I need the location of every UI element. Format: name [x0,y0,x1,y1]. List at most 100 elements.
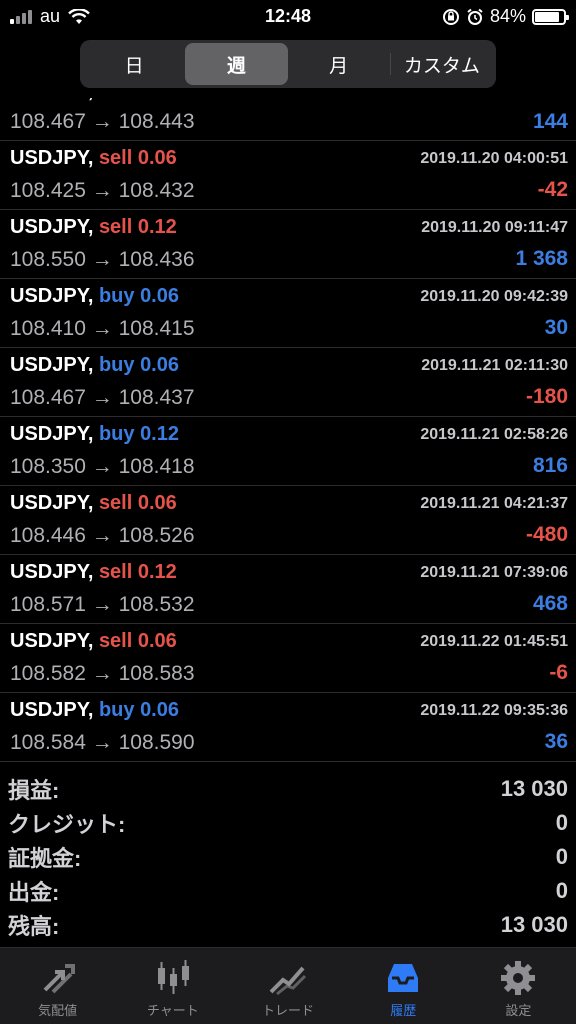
trade-side: sell [98,630,133,652]
open-price: 108.425 [10,179,86,202]
tab-label: 履歴 [390,1003,417,1018]
battery-percent: 84% [489,6,526,26]
summary-value: 0 [555,810,568,835]
summary-row: 出金: 0 [0,874,576,908]
summary-label: 出金: [8,880,60,905]
tab-history[interactable]: 履歴 [346,948,461,1024]
status-right: 84% [442,6,569,27]
trade-title: USDJPY, buy 0.06 [10,354,179,377]
trade-volume: 0.06 [137,492,177,514]
open-price: 108.584 [10,731,86,754]
trade-row[interactable]: USDJPY, sell 0.06 2019.11.20 04:00:51 108.… [0,141,576,210]
trade-side: buy [98,285,135,307]
quotes-arrows-icon [43,964,75,994]
trade-time: 2019.11.21 02:11:30 [421,357,568,374]
trade-title: USDJPY, buy 0.06 [10,699,179,722]
price-arrow: → [91,455,113,478]
trade-trend-icon [269,966,307,996]
trade-time: 2019.11.22 09:35:36 [420,702,568,719]
trade-profit: 816 [532,454,568,477]
tab-label: 気配値 [38,1003,78,1018]
trade-profit: 468 [532,592,568,615]
trade-history-list[interactable]: USDJPY, sell 0.06 108.467 → 108.443 144 USD… [0,98,576,763]
trade-prices: 108.410 → 108.415 [10,317,195,341]
trade-profit: -42 [537,178,568,201]
period-tab-label: 週 [226,55,246,77]
trade-row[interactable]: USDJPY, buy 0.06 2019.11.20 09:42:39 108.4… [0,279,576,348]
trade-symbol: USDJPY, [10,98,93,102]
trade-prices: 108.467 → 108.443 [10,110,195,134]
trade-prices: 108.550 → 108.436 [10,248,195,272]
trade-symbol: USDJPY, [10,423,94,445]
trade-prices: 108.582 → 108.583 [10,662,195,686]
trade-volume: 0.06 [138,98,177,102]
price-arrow: → [91,317,113,340]
summary-label: 証拠金: [8,846,82,871]
trade-row[interactable]: USDJPY, sell 0.12 2019.11.21 07:39:06 108.… [0,555,576,624]
trade-title: USDJPY, sell 0.12 [10,561,177,584]
close-price: 108.526 [118,524,195,547]
battery-fill [535,11,559,22]
trade-volume: 0.12 [140,423,179,445]
summary-value: 0 [555,878,568,903]
trade-title: USDJPY, sell 0.06 [10,147,177,170]
tab-quotes[interactable]: 気配値 [0,948,115,1024]
trade-prices: 108.350 → 108.418 [10,455,195,479]
trade-prices: 108.446 → 108.526 [10,524,195,548]
summary-row: 残高: 13 030 [0,908,576,942]
trade-side: buy [98,354,135,376]
trade-prices: 108.584 → 108.590 [10,731,195,755]
trade-side: sell [98,147,133,169]
trade-time: 2019.11.20 04:00:51 [420,150,568,167]
trade-symbol: USDJPY, [10,216,94,238]
trade-volume: 0.06 [137,630,177,652]
price-arrow: → [91,731,113,754]
trade-volume: 0.06 [140,354,179,376]
bottom-tab-bar: 気配値 チャート トレード 履歴 設定 [0,947,576,1024]
trade-volume: 0.06 [140,699,179,721]
open-price: 108.582 [10,662,86,685]
trade-profit: 1 368 [515,247,568,270]
price-arrow: → [91,593,113,616]
summary-row: 証拠金: 0 [0,840,576,874]
tab-settings[interactable]: 設定 [461,948,576,1024]
close-price: 108.532 [118,593,195,616]
period-tab-month[interactable]: 月 [288,43,390,85]
trade-row[interactable]: USDJPY, buy 0.06 2019.11.22 09:35:36 108.5… [0,693,576,762]
trade-row[interactable]: USDJPY, buy 0.12 2019.11.21 02:58:26 108.3… [0,417,576,486]
tab-chart[interactable]: チャート [115,948,230,1024]
close-price: 108.418 [118,455,195,478]
close-price: 108.436 [118,248,195,271]
summary-row: 損益: 13 030 [0,772,576,806]
summary-value: 0 [555,844,568,869]
period-tab-week[interactable]: 週 [185,43,288,85]
price-arrow: → [91,248,113,271]
period-tab-label: 月 [329,55,349,77]
close-price: 108.443 [118,110,195,133]
trade-profit: 144 [532,110,568,133]
trade-title: USDJPY, sell 0.12 [10,216,177,239]
trade-row[interactable]: USDJPY, buy 0.06 2019.11.21 02:11:30 108.4… [0,348,576,417]
trade-volume: 0.06 [140,285,179,307]
period-tab-label: 日 [124,55,144,77]
trade-row[interactable]: USDJPY, sell 0.06 108.467 → 108.443 144 [0,98,576,141]
trade-prices: 108.425 → 108.432 [10,179,195,203]
period-tab-label: カスタム [403,55,480,77]
tab-label: トレード [262,1003,315,1018]
settings-gear-icon [501,961,536,995]
trade-time: 2019.11.20 09:11:47 [421,219,568,236]
trade-prices: 108.571 → 108.532 [10,593,195,617]
close-price: 108.590 [118,731,195,754]
trade-volume: 0.12 [137,561,177,583]
trade-row[interactable]: USDJPY, sell 0.06 2019.11.21 04:21:37 108.… [0,486,576,555]
trade-volume: 0.06 [137,147,177,169]
tab-trade[interactable]: トレード [230,948,345,1024]
trade-side: sell [98,492,133,514]
trade-row[interactable]: USDJPY, sell 0.06 2019.11.22 01:45:51 108.… [0,624,576,693]
trade-symbol: USDJPY, [10,492,94,514]
trade-side: buy [98,423,135,445]
period-tab-custom[interactable]: カスタム [391,43,493,85]
period-tab-day[interactable]: 日 [83,43,185,85]
trade-row[interactable]: USDJPY, sell 0.12 2019.11.20 09:11:47 108.… [0,210,576,279]
trade-symbol: USDJPY, [10,147,94,169]
